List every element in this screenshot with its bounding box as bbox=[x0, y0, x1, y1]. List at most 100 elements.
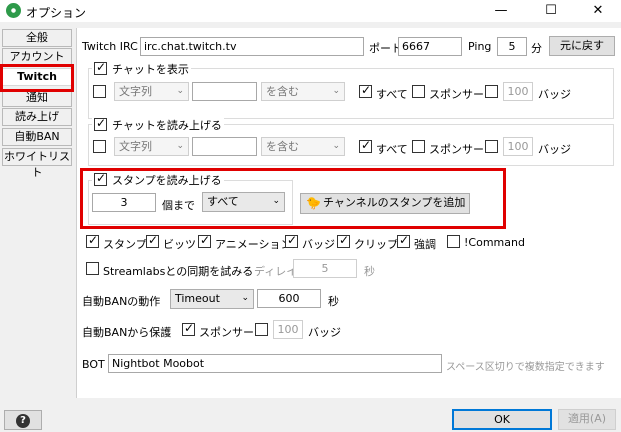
autoban-protect-label: 自動BANから保護 bbox=[82, 326, 172, 339]
nav-autoban[interactable]: 自動BAN bbox=[2, 128, 72, 146]
bot-label: BOT bbox=[82, 358, 105, 371]
read-command-checkbox[interactable] bbox=[447, 235, 460, 248]
chat-display-condition-value: を含む bbox=[266, 85, 299, 98]
minimize-button[interactable]: — bbox=[478, 0, 524, 22]
help-button[interactable]: ? bbox=[4, 410, 42, 430]
chat-display-type-select[interactable]: 文字列 ⌄ bbox=[114, 82, 189, 101]
chat-read-legend: チャットを読み上げる bbox=[92, 116, 224, 132]
window-title: オプション bbox=[26, 6, 87, 20]
ping-label: Ping bbox=[468, 40, 492, 53]
chat-read-type-select[interactable]: 文字列 ⌄ bbox=[114, 137, 189, 156]
app-icon bbox=[6, 3, 21, 18]
protect-badge-label: バッジ bbox=[308, 326, 341, 339]
protect-badge-checkbox[interactable] bbox=[255, 323, 268, 336]
nav-read-aloud[interactable]: 読み上げ bbox=[2, 108, 72, 126]
chat-read-filter-input[interactable] bbox=[192, 137, 257, 156]
port-input[interactable]: 6667 bbox=[398, 37, 462, 56]
maximize-button[interactable]: ☐ bbox=[528, 0, 574, 22]
read-clip-label: クリップ bbox=[354, 238, 398, 251]
chat-read-filter-checkbox[interactable] bbox=[93, 140, 106, 153]
read-emphasis-checkbox[interactable] bbox=[397, 233, 410, 248]
nav-whitelist[interactable]: ホワイトリスト bbox=[2, 148, 72, 179]
chat-read-sponsor-checkbox[interactable] bbox=[412, 140, 425, 153]
chat-read-type-value: 文字列 bbox=[119, 140, 152, 153]
nav-notification[interactable]: 通知 bbox=[2, 89, 72, 107]
stamp-count-unit: 個まで bbox=[162, 199, 195, 212]
title-bar: オプション — ☐ ✕ bbox=[0, 0, 621, 22]
protect-badge-count[interactable]: 100 bbox=[273, 320, 303, 339]
autoban-unit: 秒 bbox=[328, 295, 339, 308]
chat-read-sponsor-label: スポンサー bbox=[429, 143, 484, 156]
read-clip-checkbox[interactable] bbox=[337, 233, 350, 248]
read-stamp-checkbox[interactable] bbox=[86, 233, 99, 248]
read-bits-label: ビッツ bbox=[163, 238, 196, 251]
autoban-duration-input[interactable]: 600 bbox=[257, 289, 321, 308]
stamp-scope-select[interactable]: すべて ⌄ bbox=[202, 192, 285, 212]
chat-display-filter-input[interactable] bbox=[192, 82, 257, 101]
chat-display-badge-label: バッジ bbox=[538, 88, 571, 101]
chat-display-type-value: 文字列 bbox=[119, 85, 152, 98]
chat-read-badge-label: バッジ bbox=[538, 143, 571, 156]
ping-input[interactable]: 5 bbox=[497, 37, 527, 56]
read-animation-checkbox[interactable] bbox=[198, 233, 211, 248]
stamp-read-label: スタンプを読み上げる bbox=[112, 174, 222, 187]
chat-display-all-label: すべて bbox=[376, 88, 408, 101]
delay-input[interactable]: 5 bbox=[293, 259, 357, 278]
chevron-down-icon: ⌄ bbox=[241, 293, 249, 303]
delay-label: ディレイ bbox=[254, 265, 298, 278]
nav-account[interactable]: アカウント bbox=[2, 48, 72, 66]
chat-read-all-checkbox[interactable] bbox=[359, 138, 372, 153]
read-command-label: !Command bbox=[464, 236, 525, 249]
chat-display-badge-count[interactable]: 100 bbox=[503, 82, 533, 101]
chat-display-legend: チャットを表示 bbox=[92, 60, 191, 76]
stamp-add-icon: 🐤 bbox=[306, 196, 321, 210]
stamp-count-input[interactable]: 3 bbox=[92, 193, 156, 212]
chat-read-badge-count[interactable]: 100 bbox=[503, 137, 533, 156]
autoban-action-value: Timeout bbox=[175, 292, 220, 305]
add-channel-stamp-button[interactable]: 🐤 チャンネルのスタンプを追加 bbox=[300, 193, 470, 214]
ok-button[interactable]: OK bbox=[452, 409, 552, 430]
chat-display-condition-select[interactable]: を含む ⌄ bbox=[261, 82, 345, 101]
chat-display-filter-checkbox[interactable] bbox=[93, 85, 106, 98]
irc-label: Twitch IRC bbox=[82, 40, 138, 53]
chat-read-condition-select[interactable]: を含む ⌄ bbox=[261, 137, 345, 156]
chat-read-checkbox[interactable] bbox=[94, 116, 107, 131]
delay-unit: 秒 bbox=[364, 265, 375, 278]
protect-sponsor-checkbox[interactable] bbox=[182, 321, 195, 336]
streamlabs-label: Streamlabsとの同期を試みる bbox=[103, 265, 254, 278]
help-icon: ? bbox=[16, 414, 30, 428]
read-stamp-label: スタンプ bbox=[103, 238, 147, 251]
chat-read-condition-value: を含む bbox=[266, 140, 299, 153]
read-emphasis-label: 強調 bbox=[414, 238, 436, 251]
read-badge-checkbox[interactable] bbox=[285, 233, 298, 248]
chat-display-all-checkbox[interactable] bbox=[359, 83, 372, 98]
chevron-down-icon: ⌄ bbox=[176, 141, 184, 151]
streamlabs-checkbox[interactable] bbox=[86, 262, 99, 275]
bot-hint: スペース区切りで複数指定できます bbox=[446, 362, 605, 373]
chat-read-badge-checkbox[interactable] bbox=[485, 140, 498, 153]
chat-display-checkbox[interactable] bbox=[94, 60, 107, 75]
chat-display-badge-checkbox[interactable] bbox=[485, 85, 498, 98]
nav-twitch[interactable]: Twitch bbox=[2, 68, 72, 86]
bot-input[interactable]: Nightbot Moobot bbox=[108, 354, 442, 373]
stamp-scope-value: すべて bbox=[207, 195, 239, 208]
chat-display-sponsor-label: スポンサー bbox=[429, 88, 484, 101]
read-animation-label: アニメーション bbox=[215, 238, 292, 251]
chat-display-sponsor-checkbox[interactable] bbox=[412, 85, 425, 98]
read-bits-checkbox[interactable] bbox=[146, 233, 159, 248]
apply-button[interactable]: 適用(A) bbox=[558, 409, 616, 430]
add-channel-stamp-label: チャンネルのスタンプを追加 bbox=[323, 196, 466, 209]
close-button[interactable]: ✕ bbox=[575, 0, 621, 22]
irc-server-input[interactable]: irc.chat.twitch.tv bbox=[140, 37, 364, 56]
chevron-down-icon: ⌄ bbox=[176, 86, 184, 96]
stamp-read-checkbox[interactable] bbox=[94, 171, 107, 186]
autoban-action-select[interactable]: Timeout ⌄ bbox=[170, 289, 254, 309]
protect-sponsor-label: スポンサー bbox=[199, 326, 254, 339]
reset-button[interactable]: 元に戻す bbox=[549, 36, 615, 56]
chat-display-label: チャットを表示 bbox=[112, 63, 189, 76]
chevron-down-icon: ⌄ bbox=[272, 196, 280, 206]
chevron-down-icon: ⌄ bbox=[332, 141, 340, 151]
chat-read-label: チャットを読み上げる bbox=[112, 119, 222, 132]
nav-general[interactable]: 全般 bbox=[2, 29, 72, 47]
ping-unit: 分 bbox=[531, 42, 542, 55]
